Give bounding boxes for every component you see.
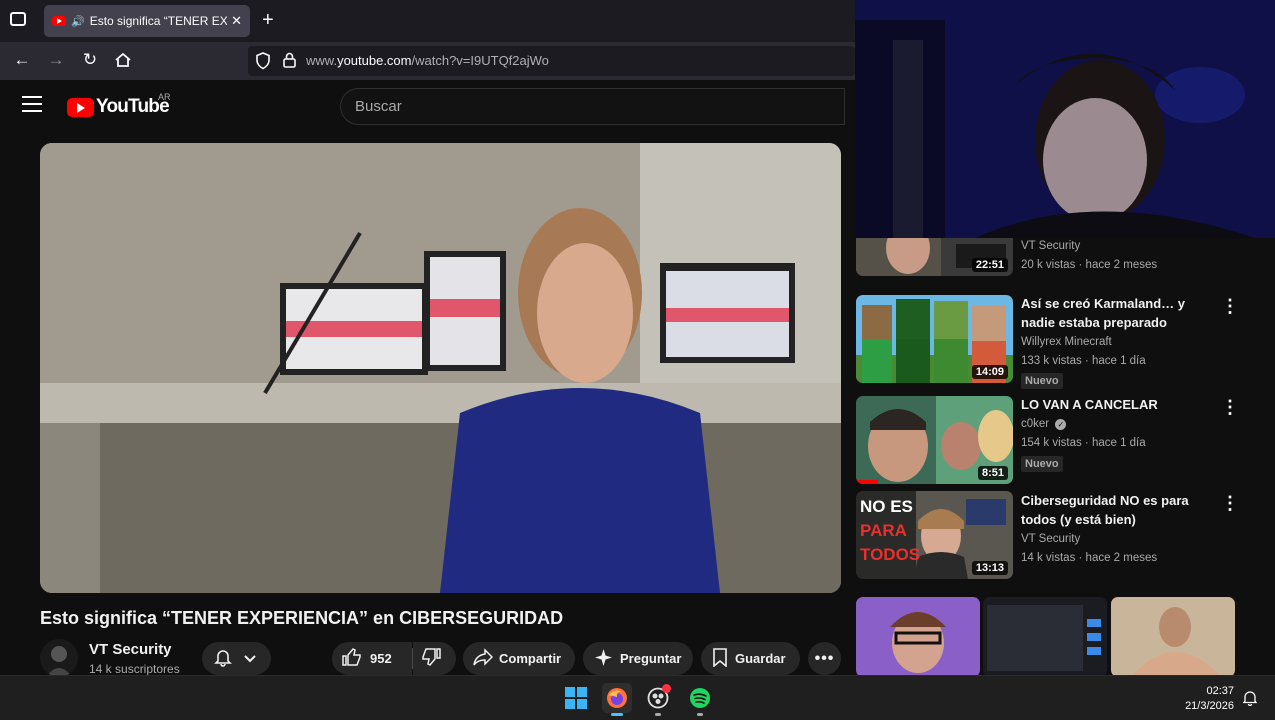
obs-open-indicator [655, 713, 661, 716]
thumbnail-text: PARA [860, 521, 907, 540]
bookmark-icon [713, 647, 727, 670]
short-thumbnail[interactable] [1111, 597, 1235, 675]
country-code: AR [158, 92, 171, 102]
channel-avatar[interactable] [40, 639, 78, 677]
youtube-favicon [52, 16, 66, 26]
firefox-icon[interactable] [602, 683, 632, 713]
more-horizontal-icon: ••• [814, 649, 835, 667]
thumbs-up-icon [342, 648, 362, 669]
like-count: 952 [370, 651, 392, 666]
reload-icon[interactable]: ↻ [79, 49, 101, 71]
video-channel[interactable]: VT Security [1021, 533, 1080, 545]
video-title[interactable]: LO VAN A CANCELAR [1021, 395, 1221, 414]
video-channel[interactable]: c0ker ✓ [1021, 418, 1067, 430]
like-button[interactable]: 952 [332, 642, 412, 675]
back-icon[interactable]: ← [11, 49, 33, 71]
short-thumbnail[interactable] [856, 597, 980, 675]
dislike-button[interactable] [413, 642, 456, 675]
video-thumbnail[interactable]: 14:09 [856, 295, 1013, 383]
new-badge: Nuevo [1021, 456, 1063, 472]
windows-start-icon[interactable] [561, 683, 591, 713]
spotify-icon[interactable] [685, 683, 715, 713]
tab-title: Esto significa “TENER EXPERI [89, 14, 228, 28]
short-thumbnail[interactable] [983, 597, 1107, 675]
forward-icon[interactable]: → [45, 49, 67, 71]
video-title[interactable]: Así se creó Karmaland… y nadie estaba pr… [1021, 294, 1221, 332]
url-text[interactable]: www.youtube.com/watch?v=I9UTQf2ajWo [306, 53, 549, 68]
bell-icon [214, 647, 232, 670]
taskbar [0, 675, 1275, 720]
save-label: Guardar [735, 651, 786, 666]
share-label: Compartir [499, 651, 562, 666]
video-duration: 8:51 [977, 466, 1008, 480]
youtube-logo[interactable]: YouTube [67, 96, 170, 118]
webcam-overlay [855, 0, 1275, 238]
notifications-button[interactable] [202, 642, 271, 675]
video-player[interactable] [40, 143, 841, 593]
tab-close-icon[interactable]: ✕ [231, 13, 242, 29]
sparkle-icon [595, 648, 612, 669]
home-icon[interactable] [114, 52, 132, 68]
shield-icon[interactable] [255, 52, 271, 75]
speaker-icon[interactable]: 🔊 [71, 15, 85, 28]
thumbnail-text: NO ES [860, 497, 913, 516]
video-channel[interactable]: VT Security [1021, 240, 1080, 252]
video-title[interactable]: Ciberseguridad NO es para todos (y está … [1021, 491, 1221, 529]
video-channel[interactable]: Willyrex Minecraft [1021, 336, 1112, 348]
thumbs-down-icon [421, 648, 441, 669]
browser-tab[interactable]: 🔊 Esto significa “TENER EXPERI ✕ [44, 5, 250, 37]
related-videos: 22:51 VT Security 20 k vistas · hace 2 m… [855, 238, 1275, 675]
save-button[interactable]: Guardar [701, 642, 800, 675]
channel-subscribers: 14 k suscriptores [89, 662, 180, 676]
spotify-open-indicator [697, 713, 703, 716]
clock-time: 02:37 [1206, 685, 1234, 697]
youtube-play-icon [67, 97, 94, 117]
recording-dot [662, 684, 671, 693]
video-duration: 14:09 [971, 365, 1008, 379]
video-frame [40, 143, 841, 593]
tab-overview-icon[interactable] [10, 12, 26, 26]
video-meta: 133 k vistas · hace 1 día [1021, 355, 1146, 367]
notifications-icon[interactable] [1242, 690, 1258, 711]
thumbnail-text: TODOS [860, 545, 920, 564]
menu-icon[interactable] [22, 96, 42, 112]
video-meta: 20 k vistas · hace 2 meses [1021, 259, 1158, 271]
video-title: Esto significa “TENER EXPERIENCIA” en CI… [40, 608, 564, 628]
ask-button[interactable]: Preguntar [583, 642, 693, 675]
verified-icon: ✓ [1055, 419, 1067, 430]
clock-date: 21/3/2026 [1185, 700, 1234, 712]
search-input[interactable]: Buscar [340, 88, 845, 125]
video-duration: 22:51 [971, 258, 1008, 272]
new-badge: Nuevo [1021, 373, 1063, 389]
firefox-active-indicator [611, 713, 623, 716]
video-thumbnail[interactable]: NO ES PARA TODOS 13:13 [856, 491, 1013, 579]
video-meta: 14 k vistas · hace 2 meses [1021, 552, 1158, 564]
more-vertical-icon[interactable]: ⋮ [1221, 397, 1239, 418]
system-clock[interactable]: 02:37 21/3/2026 [1178, 684, 1234, 714]
share-button[interactable]: Compartir [463, 642, 575, 675]
chevron-down-icon [244, 651, 256, 666]
video-meta: 154 k vistas · hace 1 día [1021, 437, 1146, 449]
ask-label: Preguntar [620, 651, 682, 666]
more-vertical-icon[interactable]: ⋮ [1221, 296, 1239, 317]
more-actions-button[interactable]: ••• [808, 642, 841, 675]
video-duration: 13:13 [971, 561, 1008, 575]
video-thumbnail[interactable]: 22:51 [856, 238, 1013, 276]
channel-name[interactable]: VT Security [89, 641, 172, 658]
share-icon [473, 648, 494, 669]
video-thumbnail[interactable]: 8:51 [856, 396, 1013, 484]
new-tab-icon[interactable]: + [262, 9, 274, 32]
more-vertical-icon[interactable]: ⋮ [1221, 493, 1239, 514]
lock-icon[interactable] [283, 52, 296, 73]
